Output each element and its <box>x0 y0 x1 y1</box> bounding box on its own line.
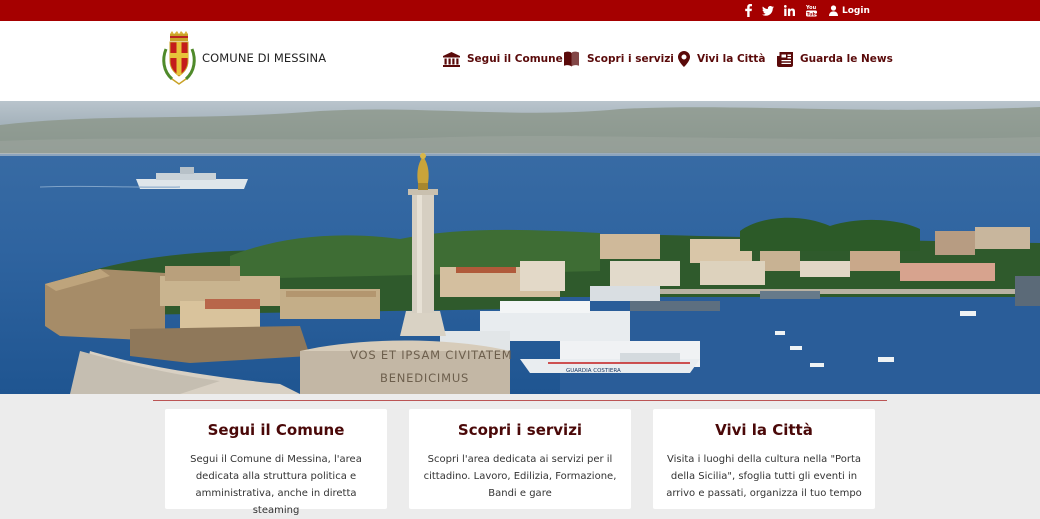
login-button[interactable]: Login <box>829 0 870 21</box>
nav-guarda-le-news[interactable]: Guarda le News <box>777 49 893 69</box>
youtube-icon[interactable]: YouTube <box>804 0 819 21</box>
nav-label: Segui il Comune <box>467 53 563 65</box>
user-icon <box>829 5 838 16</box>
hero-banner: GUARDIA COSTIERA VOS ET IPSAM CIVITATEM … <box>0 101 1040 394</box>
card-scopri-i-servizi[interactable]: Scopri i servizi Scopri l'area dedicata … <box>409 409 631 509</box>
svg-text:You: You <box>806 5 817 11</box>
nav-segui-il-comune[interactable]: Segui il Comune <box>443 49 563 69</box>
login-label: Login <box>842 5 870 16</box>
nav-label: Scopri i servizi <box>587 53 674 65</box>
site-header: COMUNE DI MESSINA Segui il Comune Scopri… <box>0 21 1040 101</box>
nav-label: Vivi la Città <box>697 53 766 65</box>
nav-label: Guarda le News <box>800 53 893 65</box>
ship-label: GUARDIA COSTIERA <box>566 368 621 374</box>
nav-scopri-i-servizi[interactable]: Scopri i servizi <box>563 49 674 69</box>
messina-harbor-image: GUARDIA COSTIERA VOS ET IPSAM CIVITATEM … <box>0 101 1040 394</box>
card-vivi-la-citta[interactable]: Vivi la Città Visita i luoghi della cult… <box>653 409 875 509</box>
city-crest-logo[interactable] <box>160 31 198 85</box>
inscription-line-1: VOS ET IPSAM CIVITATEM <box>350 348 513 362</box>
card-text: Visita i luoghi della cultura nella "Por… <box>666 454 862 499</box>
card-text: Segui il Comune di Messina, l'area dedic… <box>190 454 362 516</box>
section-divider <box>153 400 887 401</box>
map-pin-icon <box>678 51 690 67</box>
top-bar: YouTube Login <box>0 0 1040 21</box>
card-title[interactable]: Segui il Comune <box>165 421 387 439</box>
card-segui-il-comune[interactable]: Segui il Comune Segui il Comune di Messi… <box>165 409 387 516</box>
card-title[interactable]: Vivi la Città <box>653 421 875 439</box>
inscription-line-2: BENEDICIMUS <box>380 371 469 385</box>
nav-vivi-la-citta[interactable]: Vivi la Città <box>678 49 765 69</box>
facebook-icon[interactable] <box>741 0 755 21</box>
site-brand-name[interactable]: COMUNE DI MESSINA <box>202 51 326 65</box>
card-text: Scopri l'area dedicata ai servizi per il… <box>423 454 617 499</box>
svg-text:Tube: Tube <box>807 11 817 17</box>
twitter-icon[interactable] <box>760 0 775 21</box>
newspaper-icon <box>777 51 793 67</box>
card-title[interactable]: Scopri i servizi <box>409 421 631 439</box>
book-icon <box>564 51 579 67</box>
building-icon <box>443 51 460 67</box>
linkedin-icon[interactable] <box>782 0 796 21</box>
